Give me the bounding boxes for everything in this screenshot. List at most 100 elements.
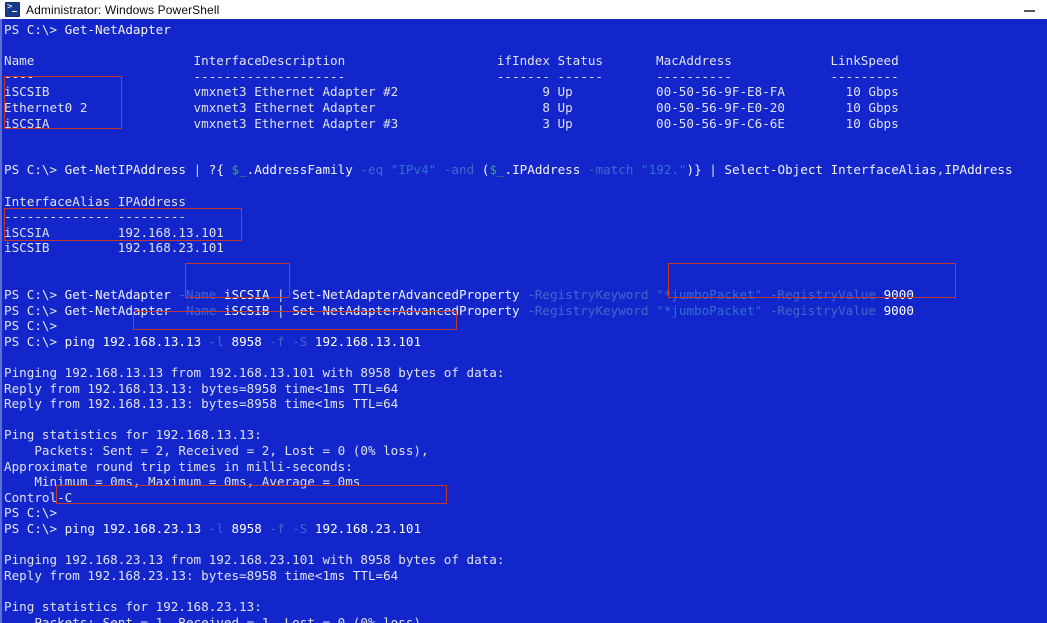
terminal-token: PS C:\> xyxy=(4,521,65,536)
terminal-token: Reply from 192.168.13.13: bytes=8958 tim… xyxy=(4,396,399,412)
terminal-token: 9000 xyxy=(883,287,914,303)
terminal-line: PS C:\> ping 192.168.23.13 -l 8958 -f -S… xyxy=(4,521,1013,537)
terminal-line: PS C:\> Get-NetAdapter -Name iSCSIB | Se… xyxy=(4,303,1013,319)
console-surface[interactable]: PS C:\> Get-NetAdapter Name InterfaceDesc… xyxy=(0,19,1047,623)
terminal-token: "IPv4" xyxy=(390,162,444,178)
terminal-token: PS C:\> xyxy=(4,505,58,521)
terminal-token: iSCSIB xyxy=(223,302,277,318)
terminal-line: Pinging 192.168.23.13 from 192.168.23.10… xyxy=(4,552,1013,568)
terminal-token: )} xyxy=(686,162,710,178)
terminal-line: Control-C xyxy=(4,490,1013,506)
terminal-token: Get-NetAdapter xyxy=(64,22,171,37)
terminal-line: Reply from 192.168.13.13: bytes=8958 tim… xyxy=(4,396,1013,412)
terminal-line: iSCSIB vmxnet3 Ethernet Adapter #2 9 Up … xyxy=(4,84,1013,100)
terminal-token: Ping statistics for 192.168.23.13: xyxy=(4,598,262,614)
terminal-token: Approximate round trip times in milli-se… xyxy=(4,458,353,474)
terminal-line: PS C:\> xyxy=(4,505,1013,521)
terminal-token: -l xyxy=(208,521,232,536)
terminal-token: .AddressFamily xyxy=(246,162,361,178)
terminal-token: 192.168.13.101 xyxy=(314,333,422,349)
terminal-token: ping xyxy=(64,521,103,536)
terminal-token: "192." xyxy=(641,162,687,178)
terminal-line: iSCSIA vmxnet3 Ethernet Adapter #3 3 Up … xyxy=(4,116,1013,132)
terminal-token: 192.168.13.13 xyxy=(102,333,209,349)
minimize-button[interactable] xyxy=(1013,0,1047,19)
terminal-token: ?{ xyxy=(208,162,232,178)
terminal-line: ---- -------------------- ------- ------… xyxy=(4,69,1013,85)
terminal-token: -S xyxy=(292,521,315,536)
terminal-token: PS C:\> xyxy=(4,287,65,303)
title-bar: Administrator: Windows PowerShell xyxy=(0,0,1047,19)
terminal-token: Pinging 192.168.13.13 from 192.168.13.10… xyxy=(4,365,505,381)
terminal-token: | xyxy=(709,162,725,178)
terminal-token: -f xyxy=(269,333,293,349)
terminal-token: InterfaceAlias IPAddress xyxy=(4,193,186,209)
terminal-token: -Name xyxy=(178,287,224,303)
terminal-token: -------------- --------- xyxy=(4,209,186,225)
terminal-token: Reply from 192.168.13.13: bytes=8958 tim… xyxy=(4,380,399,396)
terminal-token: -l xyxy=(208,333,232,349)
terminal-line: Packets: Sent = 2, Received = 2, Lost = … xyxy=(4,443,1013,459)
terminal-token: 192.168.23.101 xyxy=(314,521,422,536)
terminal-token: -RegistryKeyword xyxy=(527,302,657,318)
terminal-token: PS C:\> xyxy=(4,162,65,178)
terminal-token: ping xyxy=(64,333,103,349)
terminal-line: Reply from 192.168.23.13: bytes=8958 tim… xyxy=(4,568,1013,584)
terminal-token: 192.168.23.13 xyxy=(102,521,209,536)
terminal-token: "*jumboPacket" xyxy=(656,302,770,318)
terminal-token: Packets: Sent = 1, Received = 1, Lost = … xyxy=(4,614,429,623)
terminal-line: Pinging 192.168.13.13 from 192.168.13.10… xyxy=(4,365,1013,381)
terminal-token: -match xyxy=(587,162,641,178)
terminal-token: -eq xyxy=(360,162,391,178)
terminal-token: iSCSIA vmxnet3 Ethernet Adapter #3 3 Up … xyxy=(4,115,899,131)
terminal-token: Get-NetIPAddress xyxy=(64,162,194,178)
console-left-edge xyxy=(0,19,2,623)
terminal-token: Minimum = 0ms, Maximum = 0ms, Average = … xyxy=(4,474,361,490)
window-title: Administrator: Windows PowerShell xyxy=(26,2,220,17)
terminal-token: iSCSIB 192.168.23.101 xyxy=(4,240,224,256)
terminal-token: -Name xyxy=(178,302,224,318)
terminal-line: Ethernet0 2 vmxnet3 Ethernet Adapter 8 U… xyxy=(4,100,1013,116)
terminal-token: Reply from 192.168.23.13: bytes=8958 tim… xyxy=(4,567,399,583)
terminal-token: | xyxy=(276,302,293,318)
terminal-token: Set-NetAdapterAdvancedProperty xyxy=(292,287,528,303)
terminal-line: PS C:\> ping 192.168.13.13 -l 8958 -f -S… xyxy=(4,334,1013,350)
terminal-token: 9000 xyxy=(883,302,914,318)
terminal-line: PS C:\> Get-NetIPAddress | ?{ $_ .Address… xyxy=(4,162,1013,178)
terminal-token: Ethernet0 2 vmxnet3 Ethernet Adapter 8 U… xyxy=(4,99,899,115)
terminal-line: Packets: Sent = 1, Received = 1, Lost = … xyxy=(4,615,1013,623)
terminal-line: Ping statistics for 192.168.13.13: xyxy=(4,427,1013,443)
terminal-token: "*jumboPacket" xyxy=(656,287,770,303)
terminal-token: IPAddress xyxy=(944,162,1013,178)
terminal-token: Pinging 192.168.23.13 from 192.168.23.10… xyxy=(4,552,505,568)
terminal-line: InterfaceAlias IPAddress xyxy=(4,194,1013,210)
terminal-line: iSCSIB 192.168.23.101 xyxy=(4,240,1013,256)
terminal-token: 8958 xyxy=(231,521,270,536)
terminal-token: -RegistryValue xyxy=(769,302,884,318)
terminal-token: Get-NetAdapter xyxy=(64,302,179,318)
terminal-line: PS C:\> Get-NetAdapter -Name iSCSIA | Se… xyxy=(4,287,1013,303)
powershell-icon xyxy=(5,1,20,17)
terminal-token: Ping statistics for 192.168.13.13: xyxy=(4,427,262,443)
terminal-token: .IPAddress xyxy=(504,162,588,178)
terminal-line: PS C:\> xyxy=(4,318,1013,334)
terminal-line: Name InterfaceDescription ifIndex Status… xyxy=(4,53,1013,69)
terminal-token: Select-Object InterfaceAlias xyxy=(724,162,937,178)
terminal-token: $_ xyxy=(489,162,505,178)
terminal-line: Ping statistics for 192.168.23.13: xyxy=(4,599,1013,615)
terminal-line: -------------- --------- xyxy=(4,209,1013,225)
terminal-token: | xyxy=(193,162,209,178)
terminal-token: Control-C xyxy=(4,489,73,505)
terminal-token: iSCSIB vmxnet3 Ethernet Adapter #2 9 Up … xyxy=(4,84,899,100)
terminal-token: Name InterfaceDescription ifIndex Status… xyxy=(4,53,899,69)
terminal-line: PS C:\> Get-NetAdapter xyxy=(4,22,1013,38)
